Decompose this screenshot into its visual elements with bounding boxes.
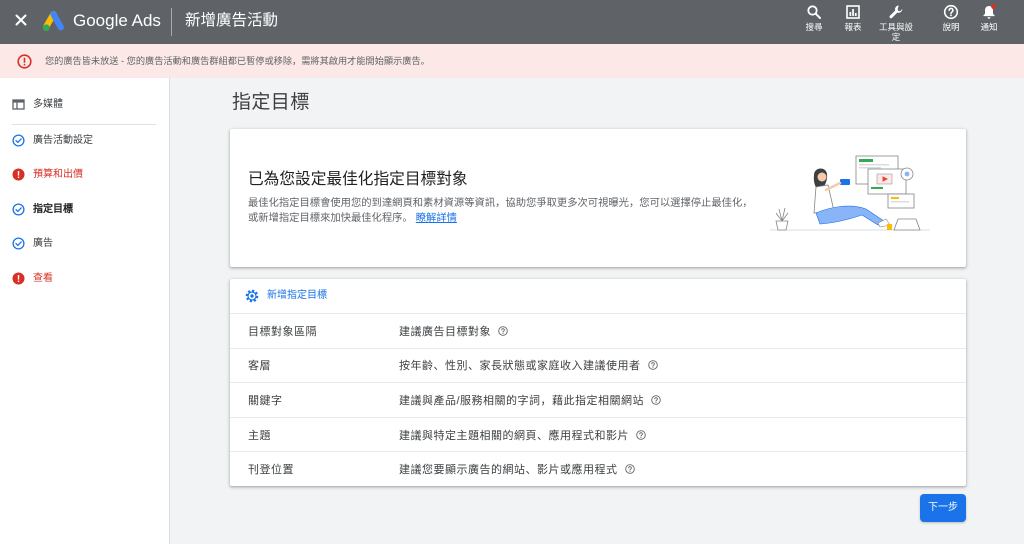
targeting-row-label: 客層 xyxy=(248,360,271,373)
sidebar-item-label: 指定目標 xyxy=(33,204,73,215)
learn-more-link[interactable]: 瞭解詳情 xyxy=(416,213,457,224)
sidebar-item-review[interactable]: 查看 xyxy=(0,264,169,294)
top-app-bar: Google Ads 新增廣告活動 搜尋 報表 工具與設定 說明 通知 xyxy=(0,0,1024,44)
illustration-windows xyxy=(840,155,915,209)
card-description: 最佳化指定目標會使用您的到達網頁和素材資源等資訊，協助您爭取更多次可視曝光，您可… xyxy=(248,196,753,226)
card-description-line: 或新增指定目標來加快最佳化程序。 xyxy=(248,213,413,224)
targeting-row-audience-segments[interactable]: 目標對象區隔 建議廣告目標對象 xyxy=(230,313,966,348)
google-ads-logo-icon xyxy=(41,9,66,34)
targeting-row-suggestion-group: 建議廣告目標對象 xyxy=(399,314,508,348)
help-outline-icon[interactable] xyxy=(498,326,508,336)
next-button[interactable]: 下一步 xyxy=(920,494,966,522)
check-circle-icon xyxy=(12,134,25,147)
reports-icon xyxy=(845,4,861,20)
sidebar-item-label: 廣告活動設定 xyxy=(33,135,93,146)
card-heading: 已為您設定最佳化指定目標對象 xyxy=(248,171,468,188)
targeting-row-label: 目標對象區隔 xyxy=(248,325,317,338)
targeting-row-suggestion: 建議與特定主題相關的網頁、應用程式和影片 xyxy=(399,429,629,442)
close-icon[interactable] xyxy=(11,10,31,30)
help-outline-icon[interactable] xyxy=(624,464,635,474)
sidebar-item-campaign-settings[interactable]: 廣告活動設定 xyxy=(0,126,169,156)
sidebar-item-ads[interactable]: 廣告 xyxy=(0,229,169,259)
add-targeting-button[interactable]: 新增指定目標 xyxy=(230,279,966,313)
sidebar-item-label: 多媒體 xyxy=(33,99,63,110)
targeting-row-label: 關鍵字 xyxy=(248,394,283,407)
error-icon xyxy=(12,272,25,285)
check-circle-icon xyxy=(12,237,25,250)
help-icon xyxy=(943,4,959,20)
help-outline-icon[interactable] xyxy=(647,360,658,371)
targeting-row-suggestion: 建議廣告目標對象 xyxy=(399,325,491,338)
error-outline-icon xyxy=(17,54,32,69)
targeting-row-suggestion-group: 建議與產品/服務相關的字詞，藉此指定相關網站 xyxy=(399,383,661,417)
sidebar-item-budget-bidding[interactable]: 預算和出價 xyxy=(0,160,169,190)
targeting-row-suggestion-group: 按年齡、性別、家長狀態或家庭收入建議使用者 xyxy=(399,349,658,383)
tools-settings-label: 工具與設定 xyxy=(878,22,913,42)
targeting-options-card: 新增指定目標 目標對象區隔 建議廣告目標對象 客層 按年齡、性別、家長狀態或家庭… xyxy=(230,279,966,486)
check-circle-icon xyxy=(12,203,25,216)
not-serving-alert: 您的廣告皆未放送 - 您的廣告活動和廣告群組都已暫停或移除，需將其啟用才能開始顯… xyxy=(0,44,1024,78)
alert-message: 您的廣告皆未放送 - 您的廣告活動和廣告群組都已暫停或移除，需將其啟用才能開始顯… xyxy=(45,56,430,66)
page-title: 新增廣告活動 xyxy=(185,12,279,29)
reports-button[interactable]: 報表 xyxy=(831,4,875,32)
sidebar-item-media[interactable]: 多媒體 xyxy=(0,90,169,120)
targeting-row-suggestion-group: 建議與特定主題相關的網頁、應用程式和影片 xyxy=(399,418,646,452)
illustration-plant xyxy=(775,207,789,231)
targeting-row-label: 主題 xyxy=(248,429,271,442)
help-outline-icon[interactable] xyxy=(636,429,646,440)
sidebar-item-label: 預算和出價 xyxy=(33,169,83,180)
section-title: 指定目標 xyxy=(232,92,310,113)
tools-settings-button[interactable]: 工具與設定 xyxy=(874,4,918,42)
card-description-line: 最佳化指定目標會使用您的到達網頁和素材資源等資訊，協助您爭取更多次可視曝光，您可… xyxy=(248,198,753,209)
targeting-row-placements[interactable]: 刊登位置 建議您要顯示廣告的網站、影片或應用程式 xyxy=(230,451,966,486)
sidebar-divider xyxy=(12,124,156,125)
targeting-row-suggestion: 按年齡、性別、家長狀態或家庭收入建議使用者 xyxy=(399,360,641,373)
table-icon xyxy=(12,98,25,111)
targeting-row-suggestion: 建議與產品/服務相關的字詞，藉此指定相關網站 xyxy=(399,394,645,407)
help-outline-icon[interactable] xyxy=(651,395,661,405)
person-with-screens-illustration xyxy=(770,153,930,235)
targeting-row-topics[interactable]: 主題 建議與特定主題相關的網頁、應用程式和影片 xyxy=(230,416,966,452)
sidebar-item-label: 查看 xyxy=(33,273,53,284)
targeting-row-keywords[interactable]: 關鍵字 建議與產品/服務相關的字詞，藉此指定相關網站 xyxy=(230,382,966,417)
search-label: 搜尋 xyxy=(805,22,823,32)
sidebar-item-label: 廣告 xyxy=(33,238,53,249)
settings-icon xyxy=(245,289,259,303)
optimized-targeting-card: 已為您設定最佳化指定目標對象 最佳化指定目標會使用您的到達網頁和素材資源等資訊，… xyxy=(230,129,966,267)
add-targeting-label: 新增指定目標 xyxy=(267,290,327,301)
campaign-steps-sidebar: 多媒體 廣告活動設定 預算和出價 指定目標 廣告 查看 xyxy=(0,78,170,544)
wrench-icon xyxy=(888,4,904,20)
search-button[interactable]: 搜尋 xyxy=(792,4,836,32)
notifications-label: 通知 xyxy=(980,22,998,32)
sidebar-item-targeting[interactable]: 指定目標 xyxy=(0,195,169,225)
product-name: Google Ads xyxy=(73,11,161,30)
targeting-row-label: 刊登位置 xyxy=(248,464,294,477)
targeting-row-demographics[interactable]: 客層 按年齡、性別、家長狀態或家庭收入建議使用者 xyxy=(230,347,966,383)
illustration-laptop xyxy=(887,218,921,231)
bell-icon xyxy=(981,4,997,20)
notifications-button[interactable]: 通知 xyxy=(967,4,1011,32)
error-icon xyxy=(12,168,25,181)
search-icon xyxy=(806,4,822,20)
targeting-row-suggestion-group: 建議您要顯示廣告的網站、影片或應用程式 xyxy=(399,452,635,486)
targeting-row-suggestion: 建議您要顯示廣告的網站、影片或應用程式 xyxy=(399,464,618,477)
reports-label: 報表 xyxy=(844,22,862,32)
title-divider xyxy=(171,8,172,36)
card-description-line-group: 或新增指定目標來加快最佳化程序。 瞭解詳情 xyxy=(248,211,753,226)
